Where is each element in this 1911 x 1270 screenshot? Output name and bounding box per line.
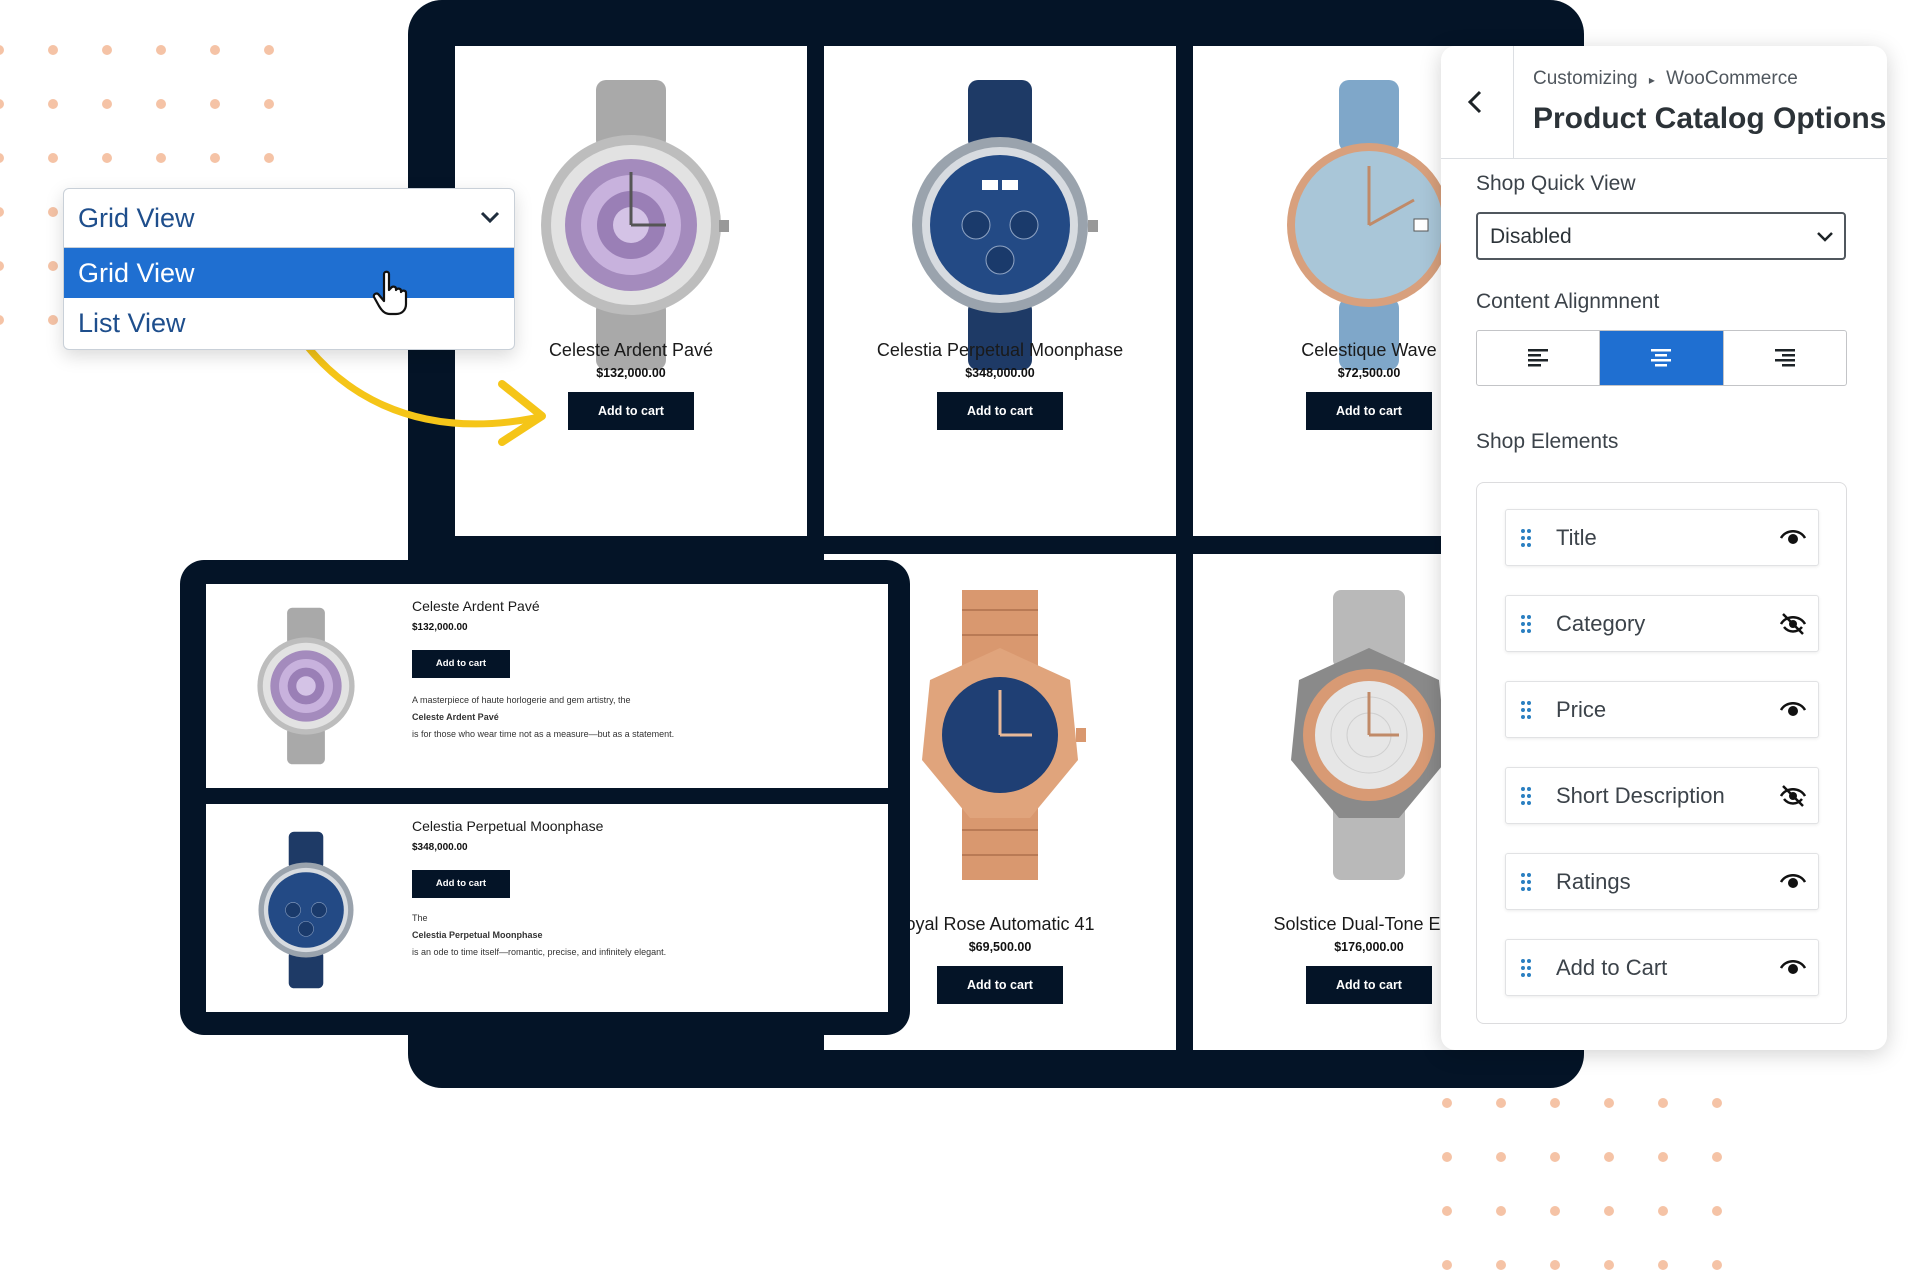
- option-grid-view[interactable]: Grid View: [64, 248, 514, 298]
- alignment-button-group: [1476, 330, 1847, 386]
- drag-handle-icon[interactable]: [1520, 528, 1532, 548]
- element-name: Ratings: [1556, 869, 1631, 894]
- breadcrumb-root: Customizing: [1533, 68, 1638, 89]
- watch-image: [922, 590, 1086, 880]
- element-item-short-description[interactable]: Short Description: [1505, 767, 1819, 824]
- element-name: Add to Cart: [1556, 955, 1668, 980]
- drag-handle-icon[interactable]: [1520, 872, 1532, 892]
- add-to-cart-button[interactable]: Add to cart: [1306, 966, 1432, 1004]
- shop-elements-list: Title Category Price Short Description R…: [1476, 482, 1847, 1024]
- view-mode-dropdown[interactable]: Grid View Grid View List View: [63, 188, 515, 350]
- option-list-view[interactable]: List View: [64, 298, 514, 348]
- watch-image: [912, 80, 1098, 370]
- product-price: $348,000.00: [412, 842, 468, 853]
- view-mode-select[interactable]: Grid View: [64, 189, 514, 248]
- list-item: Celeste Ardent Pavé $132,000.00 Add to c…: [206, 584, 888, 788]
- drag-handle-icon[interactable]: [1520, 700, 1532, 720]
- alignment-label: Content Alignmnent: [1476, 290, 1660, 313]
- add-to-cart-button[interactable]: Add to cart: [1306, 392, 1432, 430]
- watch-image: [541, 80, 729, 370]
- quick-view-value: Disabled: [1490, 225, 1572, 248]
- align-right-button[interactable]: [1724, 331, 1846, 385]
- element-item-add-to-cart[interactable]: Add to Cart: [1505, 939, 1819, 996]
- decorative-dots-bottom-right: [1442, 1098, 1722, 1270]
- breadcrumb-separator: ▸: [1648, 73, 1655, 87]
- eye-icon[interactable]: [1780, 871, 1806, 891]
- add-to-cart-button[interactable]: Add to cart: [937, 392, 1063, 430]
- breadcrumb: Customizing ▸ WooCommerce: [1533, 68, 1798, 90]
- element-name: Category: [1556, 611, 1646, 636]
- drag-handle-icon[interactable]: [1520, 958, 1532, 978]
- quick-view-select[interactable]: Disabled: [1476, 212, 1846, 260]
- element-name: Price: [1556, 697, 1607, 722]
- hand-cursor-icon: [372, 270, 408, 316]
- add-to-cart-button[interactable]: Add to cart: [412, 650, 510, 678]
- align-center-button[interactable]: [1600, 331, 1724, 385]
- add-to-cart-button[interactable]: Add to cart: [937, 966, 1063, 1004]
- element-name: Title: [1556, 525, 1597, 550]
- short-description: The Celestia Perpetual Moonphase is an o…: [412, 913, 667, 957]
- element-name: Short Description: [1556, 783, 1725, 808]
- element-item-price[interactable]: Price: [1505, 681, 1819, 738]
- eye-icon[interactable]: [1780, 699, 1806, 719]
- list-item: Celestia Perpetual Moonphase $348,000.00…: [206, 804, 888, 1012]
- shop-elements-label: Shop Elements: [1476, 430, 1619, 453]
- product-card: Celestia Perpetual Moonphase $348,000.00…: [824, 46, 1176, 536]
- chevron-down-icon: [480, 211, 500, 224]
- chevron-down-icon: [1817, 232, 1833, 242]
- page-title: Product Catalog Options: [1533, 102, 1887, 135]
- element-item-ratings[interactable]: Ratings: [1505, 853, 1819, 910]
- product-name[interactable]: Celestia Perpetual Moonphase: [824, 340, 1176, 361]
- back-button[interactable]: [1441, 46, 1514, 158]
- add-to-cart-button[interactable]: Add to cart: [568, 392, 694, 430]
- watch-image: [1291, 590, 1447, 880]
- drag-handle-icon[interactable]: [1520, 614, 1532, 634]
- panel-header: Customizing ▸ WooCommerce Product Catalo…: [1441, 46, 1887, 159]
- element-item-title[interactable]: Title: [1505, 509, 1819, 566]
- add-to-cart-button[interactable]: Add to cart: [412, 870, 510, 898]
- product-name[interactable]: Celeste Ardent Pavé: [412, 598, 540, 614]
- customizer-panel: Customizing ▸ WooCommerce Product Catalo…: [1441, 46, 1887, 1050]
- quick-view-label: Shop Quick View: [1476, 172, 1636, 195]
- breadcrumb-section: WooCommerce: [1666, 68, 1798, 89]
- eye-slash-icon[interactable]: [1780, 785, 1806, 807]
- product-price: $348,000.00: [965, 366, 1035, 380]
- align-center-icon: [1651, 349, 1672, 367]
- short-description: A masterpiece of haute horlogerie and ge…: [412, 695, 675, 739]
- selected-view-label: Grid View: [78, 203, 195, 233]
- chevron-left-icon: [1467, 90, 1482, 114]
- watch-image: [258, 831, 354, 989]
- watch-image: [257, 607, 355, 765]
- eye-icon[interactable]: [1780, 957, 1806, 977]
- align-left-button[interactable]: [1477, 331, 1601, 385]
- eye-icon[interactable]: [1780, 527, 1806, 547]
- element-item-category[interactable]: Category: [1505, 595, 1819, 652]
- align-right-icon: [1774, 349, 1795, 367]
- product-price: $132,000.00: [412, 622, 468, 633]
- align-left-icon: [1528, 349, 1549, 367]
- watch-image: [1287, 80, 1459, 370]
- product-list-frame: Celeste Ardent Pavé $132,000.00 Add to c…: [180, 560, 910, 1035]
- drag-handle-icon[interactable]: [1520, 786, 1532, 806]
- product-name[interactable]: Celestia Perpetual Moonphase: [412, 818, 603, 834]
- eye-slash-icon[interactable]: [1780, 613, 1806, 635]
